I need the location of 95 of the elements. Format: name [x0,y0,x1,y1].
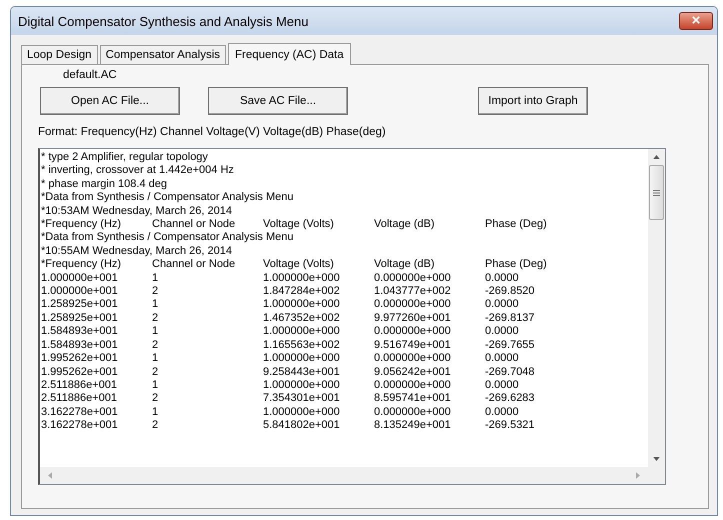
data-cell-text: 1.995262e+001 [41,352,119,366]
data-cell-text: 2.511886e+001 [41,378,118,392]
data-cell-text: 1.000000e+000 [263,298,341,312]
data-cell-text: 2 [152,285,160,298]
data-cell-text: 1.467352e+002 [263,312,341,326]
data-cell-text: 1 [152,325,160,339]
data-cell-text: 1 [152,406,160,420]
data-cell-text: 8.595741e+001 [374,392,452,406]
grip-icon [653,190,660,196]
data-cell-text: 1.000000e+001 [41,272,119,286]
text-line: * phase margin 108.4 deg [41,178,167,192]
data-cell-text: 1 [152,298,160,312]
data-cell-text: Voltage (Volts) [263,258,335,272]
data-cell-text: Voltage (Volts) [263,218,335,232]
data-cell-text: 1 [152,272,160,286]
up-arrow-icon[interactable] [653,155,660,159]
horizontal-scrollbar[interactable] [40,467,665,484]
action-button[interactable]: Import into Graph [478,87,588,115]
data-cell-text: 1.000000e+000 [263,378,341,392]
data-cell-text: -269.5321 [485,419,536,433]
format-label: Format: Frequency(Hz) Channel Voltage(V) Voltage(dB) Phase(deg) [38,126,386,138]
action-button[interactable]: Save AC File... [208,87,348,115]
text-line: *Data from Synthesis / Compensator Analysis Menu [41,231,294,245]
data-cell-text: 9.977260e+001 [374,312,452,326]
data-cell-text: 3.162278e+001 [41,419,119,433]
data-cell-text: 1.000000e+000 [263,272,341,286]
right-arrow-icon[interactable] [636,472,640,479]
down-arrow-icon[interactable] [653,457,660,461]
data-cell-text: 1.258925e+001 [41,298,119,312]
data-cell-text: 2 [152,312,160,326]
data-cell-text: 7.354301e+001 [263,392,341,406]
data-cell-text: Voltage (dB) [374,258,436,272]
data-cell-text: 0.000000e+000 [374,325,452,339]
data-cell-text: 3.162278e+001 [41,406,119,420]
data-cell-text: 2.511886e+001 [41,392,118,406]
data-cell-text: -269.8520 [485,285,536,298]
data-cell-text: 0.0000 [485,378,520,392]
data-cell-text: 9.516749e+001 [374,338,452,352]
tab[interactable]: Compensator Analysis [100,45,226,64]
data-cell-text: 0.0000 [485,298,520,312]
data-cell-text: 1.584893e+001 [41,325,119,339]
data-cell-text: 0.0000 [485,352,520,366]
data-cell-text: 1.000000e+000 [263,352,341,366]
data-cell-text: 1.995262e+001 [41,366,119,379]
text-area[interactable] [38,148,666,485]
data-cell-text: *Frequency (Hz) [41,258,122,272]
action-button[interactable]: Open AC File... [40,87,180,115]
data-cell-text: 5.841802e+001 [263,419,341,433]
data-cell-text: 0.000000e+000 [374,272,452,286]
data-cell-text: Channel or Node [152,218,236,232]
data-cell-text: 1.000000e+000 [263,406,341,420]
data-cell-text: 2 [152,366,160,379]
data-cell-text: 1.584893e+001 [41,338,119,352]
data-cell-text: Phase (Deg) [485,218,548,232]
data-cell-text: *Frequency (Hz) [41,218,122,232]
data-cell-text: 0.000000e+000 [374,406,452,420]
data-cell-text: 0.000000e+000 [374,378,452,392]
data-cell-text: 0.0000 [485,272,520,286]
data-cell-text: 2 [152,392,160,406]
window-title: Digital Compensator Synthesis and Analysis Menu [18,14,310,28]
data-cell-text: 1 [152,352,160,366]
data-cell-text: Voltage (dB) [374,218,436,232]
data-cell-text: Channel or Node [152,258,236,272]
data-cell-text: Phase (Deg) [485,258,548,272]
vertical-scrollbar[interactable] [648,149,665,467]
scroll-thumb[interactable] [649,165,664,220]
data-cell-text: 2 [152,419,160,433]
data-cell-text: 0.0000 [485,406,520,420]
text-line: *10:53AM Wednesday, March 26, 2014 [41,204,232,218]
data-cell-text: -269.6283 [485,392,536,406]
data-cell-text: 1.847284e+002 [263,285,341,298]
tab[interactable]: Frequency (AC) Data [228,43,351,65]
data-cell-text: 2 [152,338,160,352]
data-cell-text: 0.0000 [485,325,520,339]
data-cell-text: 0.000000e+000 [374,298,452,312]
data-cell-text: 1.258925e+001 [41,312,119,326]
data-cell-text: -269.8137 [485,312,536,326]
left-arrow-icon[interactable] [48,472,52,479]
tab[interactable]: Loop Design [21,45,98,64]
data-cell-text: 9.056242e+001 [374,366,452,379]
data-cell-text: 1.000000e+001 [41,285,119,298]
file-name: default.AC [63,69,117,81]
data-cell-text: 1.000000e+000 [263,325,341,339]
data-cell-text: 1.165563e+002 [263,338,341,352]
data-cell-text: 8.135249e+001 [374,419,452,433]
data-cell-text: 0.000000e+000 [374,352,452,366]
data-cell-text: -269.7655 [485,338,536,352]
data-cell-text: 1.043777e+002 [374,285,452,298]
data-cell-text: 1 [152,378,160,392]
text-line: *Data from Synthesis / Compensator Analysis Menu [41,191,294,205]
data-cell-text: -269.7048 [485,366,536,379]
text-line: *10:55AM Wednesday, March 26, 2014 [41,244,232,258]
text-line: * type 2 Amplifier, regular topology [41,151,208,164]
text-line: * inverting, crossover at 1.442e+004 Hz [41,164,234,178]
data-cell-text: 9.258443e+001 [263,366,341,379]
